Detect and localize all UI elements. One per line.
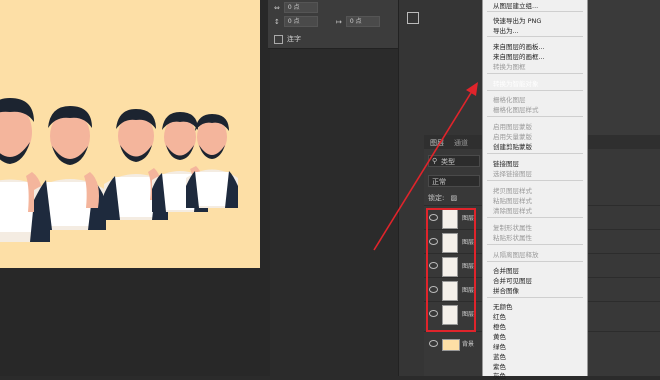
panel-icon[interactable] bbox=[407, 12, 419, 24]
tracking-field[interactable]: 0 点 bbox=[283, 2, 318, 13]
menu-item-export-as[interactable]: 导出为... bbox=[493, 25, 519, 35]
menu-divider bbox=[487, 153, 583, 154]
menu-item-enable-vector-mask[interactable]: 启用矢量蒙版 bbox=[493, 131, 532, 141]
menu-item-release-from-isolation[interactable]: 从隔离图层释放 bbox=[493, 249, 539, 259]
character-properties-panel: ⇔ 0 点 ↕ 0 点 ↦ 0 点 连字 bbox=[268, 0, 398, 49]
menu-item-merge-visible[interactable]: 合并可见图层 bbox=[493, 275, 532, 285]
menu-item-rasterize-layer[interactable]: 栅格化图层 bbox=[493, 94, 526, 104]
artboard[interactable] bbox=[0, 0, 260, 268]
hyphenate-checkbox[interactable] bbox=[274, 34, 283, 44]
menu-item-enable-layer-mask[interactable]: 启用图层蒙版 bbox=[493, 121, 532, 131]
menu-divider bbox=[487, 217, 583, 218]
menu-divider bbox=[487, 297, 583, 298]
menu-item-clear-layer-style[interactable]: 清除图层样式 bbox=[493, 205, 532, 215]
menu-item-artboard-from-layers[interactable]: 来自图层的画板... bbox=[493, 41, 545, 51]
menu-item-group-from-layers[interactable]: 从图层建立组... bbox=[493, 0, 538, 10]
menu-item-color-none[interactable]: 无颜色 bbox=[493, 301, 513, 311]
character-illustration-2 bbox=[34, 106, 106, 230]
background-thumbnail bbox=[442, 339, 460, 351]
menu-divider bbox=[487, 261, 583, 262]
indent-icon: ↦ bbox=[336, 17, 342, 26]
menu-item-color-yellow[interactable]: 黄色 bbox=[493, 331, 506, 341]
menu-item-color-green[interactable]: 绿色 bbox=[493, 341, 506, 351]
menu-item-color-gray[interactable]: 灰色 bbox=[493, 370, 506, 380]
menu-item-convert-to-frame[interactable]: 转换为图框 bbox=[493, 61, 526, 71]
menu-item-quick-export-png[interactable]: 快速导出为 PNG bbox=[493, 15, 541, 25]
menu-item-color-orange[interactable]: 橙色 bbox=[493, 321, 506, 331]
visibility-eye-icon[interactable] bbox=[429, 340, 438, 347]
menu-divider bbox=[487, 116, 583, 117]
indent-field[interactable]: 0 点 bbox=[345, 16, 380, 27]
kerning-icon: ↕ bbox=[274, 17, 280, 26]
menu-item-paste-layer-style[interactable]: 粘贴图层样式 bbox=[493, 195, 532, 205]
menu-divider bbox=[487, 90, 583, 91]
menu-item-frame-from-layers[interactable]: 来自图层的画框... bbox=[493, 51, 545, 61]
menu-item-color-red[interactable]: 红色 bbox=[493, 311, 506, 321]
annotation-arrow bbox=[373, 82, 478, 251]
menu-item-link-layers[interactable]: 链接图层 bbox=[493, 158, 519, 168]
character-illustration-5 bbox=[186, 114, 238, 208]
menu-item-select-linked-layers[interactable]: 选择链接图层 bbox=[493, 168, 532, 178]
menu-item-copy-shape-attributes[interactable]: 复制形状属性 bbox=[493, 222, 532, 232]
menu-divider bbox=[487, 36, 583, 37]
menu-item-create-clipping-mask[interactable]: 创建剪贴蒙版 bbox=[493, 141, 532, 151]
menu-item-convert-to-smart-object[interactable]: 转换为智能对象 bbox=[493, 78, 539, 88]
menu-item-paste-shape-attributes[interactable]: 粘贴形状属性 bbox=[493, 232, 532, 242]
tracking-icon: ⇔ bbox=[274, 3, 280, 12]
menu-item-merge-layers[interactable]: 合并图层 bbox=[493, 265, 519, 275]
menu-item-flatten-image[interactable]: 拼合图像 bbox=[493, 285, 519, 295]
menu-item-copy-layer-style[interactable]: 拷贝图层样式 bbox=[493, 185, 532, 195]
background-layer-name[interactable]: 背景 bbox=[462, 339, 474, 348]
menu-divider bbox=[487, 73, 583, 74]
hyphenate-label: 连字 bbox=[287, 35, 301, 43]
menu-item-rasterize-layer-style[interactable]: 栅格化图层样式 bbox=[493, 104, 539, 114]
layer-context-menu: 从图层建立组... 快速导出为 PNG 导出为... 来自图层的画板... 来自… bbox=[482, 0, 588, 380]
menu-item-color-blue[interactable]: 蓝色 bbox=[493, 351, 506, 361]
baseline-field[interactable]: 0 点 bbox=[283, 16, 318, 27]
menu-divider bbox=[487, 11, 583, 12]
menu-divider bbox=[487, 180, 583, 181]
menu-divider bbox=[487, 244, 583, 245]
